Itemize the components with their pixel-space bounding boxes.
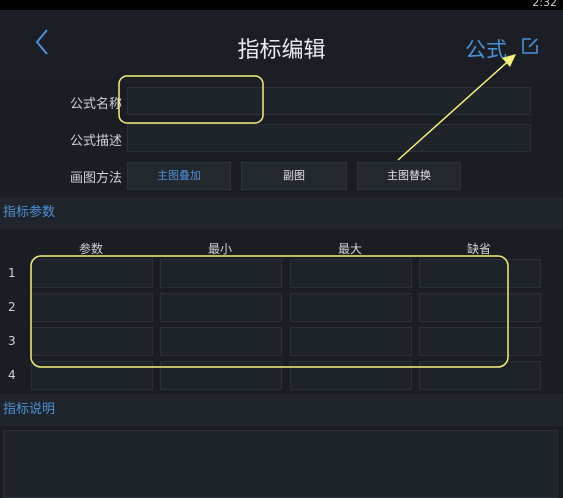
formula-desc-input[interactable] xyxy=(127,124,531,152)
column-header-max: 最大 xyxy=(337,242,362,256)
param-max-cell[interactable] xyxy=(290,259,412,288)
description-section-header: 指标说明 xyxy=(0,394,563,426)
row-label-4: 4 xyxy=(8,368,16,382)
draw-option-main-overlay[interactable]: 主图叠加 xyxy=(127,162,231,190)
params-section-header: 指标参数 xyxy=(0,197,563,229)
draw-option-sub-chart[interactable]: 副图 xyxy=(241,162,347,190)
column-header-default: 缺省 xyxy=(466,242,491,256)
param-min-cell[interactable] xyxy=(160,259,282,288)
param-name-cell[interactable] xyxy=(31,259,153,288)
param-min-cell[interactable] xyxy=(160,293,282,322)
param-name-cell[interactable] xyxy=(31,361,153,390)
param-default-cell[interactable] xyxy=(419,361,541,390)
column-header-min: 最小 xyxy=(207,242,232,256)
column-header-param: 参数 xyxy=(78,242,103,256)
row-label-2: 2 xyxy=(8,300,16,314)
param-max-cell[interactable] xyxy=(290,293,412,322)
draw-option-main-replace[interactable]: 主图替换 xyxy=(357,162,461,190)
row-label-1: 1 xyxy=(8,266,16,280)
draw-method-label: 画图方法 xyxy=(70,171,123,186)
row-label-3: 3 xyxy=(8,334,16,348)
param-name-cell[interactable] xyxy=(31,327,153,356)
param-default-cell[interactable] xyxy=(419,259,541,288)
params-section-title: 指标参数 xyxy=(3,205,56,220)
formula-name-label: 公式名称 xyxy=(70,97,123,112)
status-bar: 2:32 xyxy=(0,0,563,10)
formula-desc-label: 公式描述 xyxy=(70,134,123,149)
status-time: 2:32 xyxy=(532,0,557,9)
param-min-cell[interactable] xyxy=(160,361,282,390)
description-section-title: 指标说明 xyxy=(3,402,56,417)
description-textarea[interactable] xyxy=(3,430,558,498)
param-default-cell[interactable] xyxy=(419,293,541,322)
param-max-cell[interactable] xyxy=(290,327,412,356)
param-max-cell[interactable] xyxy=(290,361,412,390)
param-min-cell[interactable] xyxy=(160,327,282,356)
formula-button[interactable]: 公式 xyxy=(465,34,507,64)
formula-name-input[interactable] xyxy=(127,87,531,115)
edit-icon[interactable] xyxy=(521,37,539,55)
param-name-cell[interactable] xyxy=(31,293,153,322)
param-default-cell[interactable] xyxy=(419,327,541,356)
